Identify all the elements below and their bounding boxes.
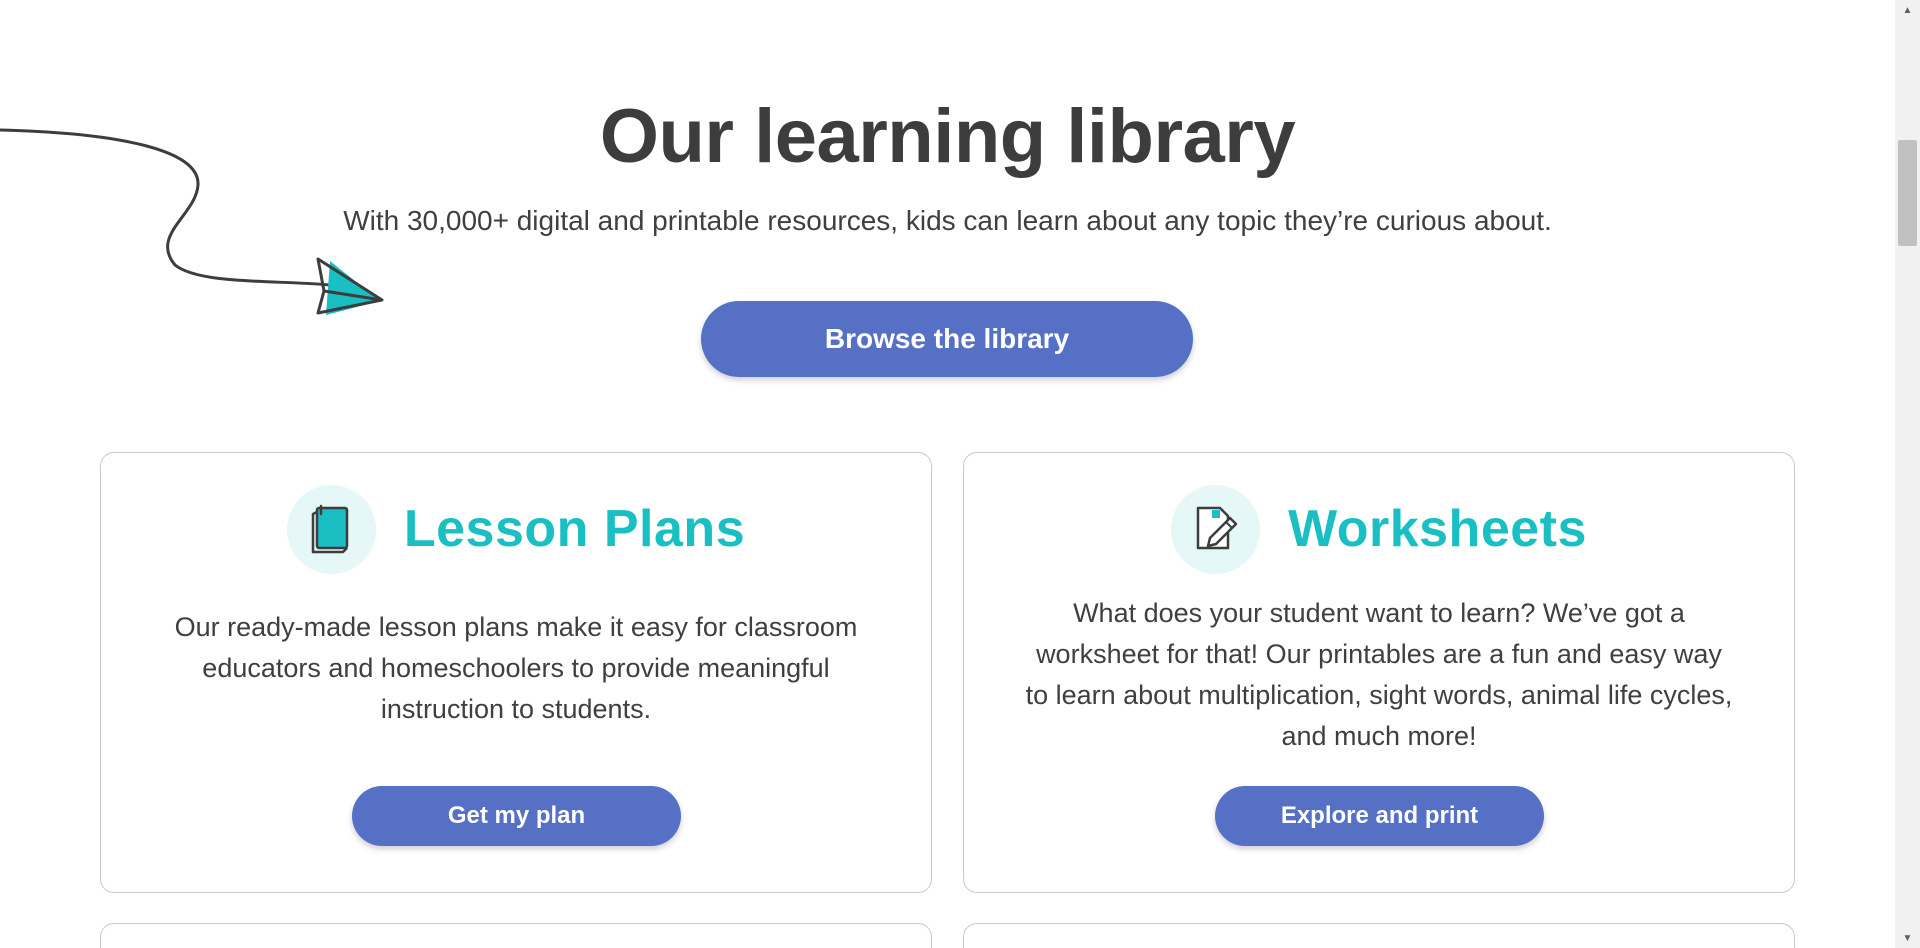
card-header: Worksheets: [964, 484, 1794, 574]
lesson-plans-card: Lesson Plans Our ready-made lesson plans…: [100, 452, 932, 893]
vertical-scrollbar[interactable]: ▲ ▼: [1895, 0, 1920, 948]
scroll-up-arrow-icon[interactable]: ▲: [1895, 0, 1920, 20]
section-title: Our learning library: [599, 94, 1296, 179]
next-card-left: [100, 923, 932, 948]
card-title: Worksheets: [1288, 500, 1587, 558]
next-card-right: [963, 923, 1795, 948]
card-header: Lesson Plans: [101, 484, 931, 574]
worksheet-pencil-icon: [1171, 484, 1261, 574]
book-icon: [286, 484, 376, 574]
scroll-down-arrow-icon[interactable]: ▼: [1895, 928, 1920, 948]
card-title: Lesson Plans: [403, 500, 746, 558]
card-description: What does your student want to learn? We…: [1025, 598, 1733, 751]
get-my-plan-button[interactable]: Get my plan: [352, 786, 681, 846]
card-description: Our ready-made lesson plans make it easy…: [174, 612, 858, 724]
worksheets-card: Worksheets What does your student want t…: [963, 452, 1795, 893]
browse-library-button[interactable]: Browse the library: [701, 301, 1193, 377]
scrollbar-thumb[interactable]: [1898, 140, 1917, 246]
section-subtitle: With 30,000+ digital and printable resou…: [343, 205, 1552, 236]
page-content: Our learning library With 30,000+ digita…: [0, 0, 1895, 948]
explore-and-print-button[interactable]: Explore and print: [1215, 786, 1544, 846]
